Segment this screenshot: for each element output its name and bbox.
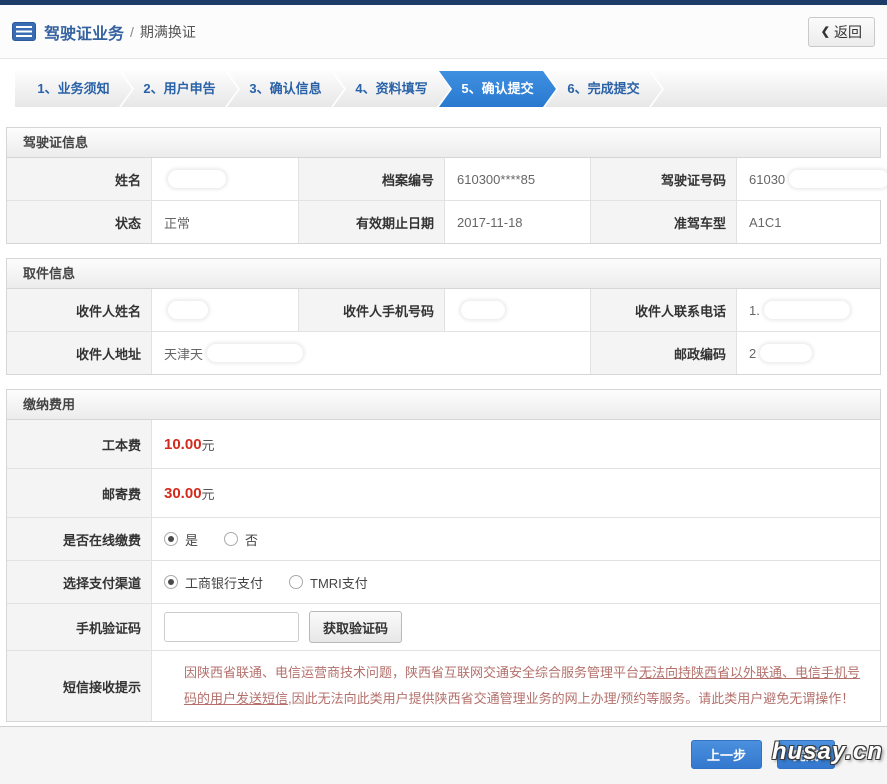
table-row: 收件人姓名 收件人手机号码 收件人联系电话 1.	[7, 289, 880, 331]
redaction-smudge	[763, 301, 850, 319]
fee-amount: 10.00	[164, 435, 202, 453]
online-payment-options: 是 否	[152, 518, 880, 560]
page-header: 驾驶证业务 / 期满换证 ❮ 返回	[0, 5, 887, 59]
watermark: husay.cn	[771, 738, 883, 765]
payment-channel-options: 工商银行支付 TMRI支付	[152, 561, 880, 603]
step-2-user-declaration[interactable]: 2、用户申告	[121, 71, 238, 107]
label-online-payment: 是否在线缴费	[7, 518, 152, 560]
fee-value-postage: 30.00 元	[152, 469, 880, 517]
field-label-zip-code: 邮政编码	[591, 332, 737, 374]
field-label-license-number: 驾驶证号码	[591, 158, 737, 200]
field-value-zip-code: 2	[737, 332, 880, 374]
radio-option-no[interactable]: 否	[224, 530, 258, 549]
radio-unselected-icon[interactable]	[289, 575, 304, 589]
field-label-status: 状态	[7, 201, 152, 243]
footer-action-bar: 上一步 完成	[0, 726, 887, 784]
field-value-recipient-phone: 1.	[737, 289, 880, 331]
section-license-info: 驾驶证信息 姓名 档案编号 610300****85 驾驶证号码 61030 状…	[6, 127, 887, 244]
section-fees: 缴纳费用 工本费 10.00 元 邮寄费 30.00 元 是否在线缴费 是 否 选择…	[6, 389, 881, 722]
fee-label-production-cost: 工本费	[7, 420, 152, 468]
step-3-confirm-info[interactable]: 3、确认信息	[227, 71, 344, 107]
field-value-recipient-address: 天津天	[152, 332, 591, 374]
sms-notice-text: 因陕西省联通、电信运营商技术问题，陕西省互联网交通安全综合服务管理平台无法向持陕…	[184, 665, 861, 706]
radio-unselected-icon[interactable]	[224, 532, 239, 546]
field-value-file-number: 610300****85	[445, 158, 591, 200]
breadcrumb-separator: /	[130, 23, 134, 40]
step-4-fill-data[interactable]: 4、资料填写	[333, 71, 450, 107]
previous-step-button[interactable]: 上一步	[690, 740, 762, 769]
label-sms-captcha: 手机验证码	[7, 604, 152, 650]
fee-unit: 元	[201, 486, 215, 502]
radio-label: 工商银行支付	[185, 575, 264, 591]
field-label-recipient-mobile: 收件人手机号码	[299, 289, 445, 331]
field-label-expiry-date: 有效期止日期	[299, 201, 445, 243]
row-sms-notice: 短信接收提示 因陕西省联通、电信运营商技术问题，陕西省互联网交通安全综合服务管理…	[7, 650, 880, 721]
fee-row-production-cost: 工本费 10.00 元	[7, 420, 880, 468]
field-label-vehicle-class: 准驾车型	[591, 201, 737, 243]
field-value-license-number: 61030	[737, 158, 887, 200]
radio-option-yes[interactable]: 是	[164, 530, 198, 549]
app-title: 驾驶证业务	[44, 25, 125, 43]
field-value-expiry-date: 2017-11-18	[445, 201, 591, 243]
redaction-smudge	[789, 170, 887, 188]
sms-captcha-controls: 获取验证码	[152, 604, 880, 650]
fee-unit: 元	[201, 437, 215, 453]
redaction-smudge	[207, 344, 304, 362]
step-wizard: 1、业务须知 2、用户申告 3、确认信息 4、资料填写 5、确认提交 6、完成提…	[0, 71, 887, 107]
field-value-name	[152, 158, 299, 200]
field-label-name: 姓名	[7, 158, 152, 200]
field-label-recipient-name: 收件人姓名	[7, 289, 152, 331]
section-title-license: 驾驶证信息	[7, 128, 880, 158]
field-value-status: 正常	[152, 201, 299, 243]
page-title: 期满换证	[139, 23, 196, 40]
get-captcha-button[interactable]: 获取验证码	[309, 611, 403, 643]
captcha-input[interactable]	[164, 612, 299, 642]
redaction-smudge	[760, 344, 813, 362]
table-row: 收件人地址 天津天 邮政编码 2	[7, 331, 880, 374]
radio-label: 是	[185, 532, 199, 548]
back-button-label: 返回	[834, 23, 862, 40]
step-6-complete-submit[interactable]: 6、完成提交	[545, 71, 662, 107]
radio-label: 否	[245, 532, 259, 548]
step-5-confirm-submit-active[interactable]: 5、确认提交	[439, 71, 556, 107]
redaction-smudge	[461, 301, 505, 319]
redaction-smudge	[168, 301, 208, 319]
field-value-recipient-mobile	[445, 289, 591, 331]
field-label-file-number: 档案编号	[299, 158, 445, 200]
fee-label-postage: 邮寄费	[7, 469, 152, 517]
label-payment-channel: 选择支付渠道	[7, 561, 152, 603]
row-payment-channel: 选择支付渠道 工商银行支付 TMRI支付	[7, 560, 880, 603]
step-1-business-notice[interactable]: 1、业务须知	[15, 71, 132, 107]
chevron-left-icon: ❮	[820, 26, 830, 38]
section-title-fees: 缴纳费用	[7, 390, 880, 420]
table-row: 姓名 档案编号 610300****85 驾驶证号码 61030	[7, 158, 887, 200]
field-label-recipient-phone: 收件人联系电话	[591, 289, 737, 331]
radio-selected-icon[interactable]	[164, 575, 178, 589]
field-value-vehicle-class: A1C1	[737, 201, 880, 243]
step-strip-filler	[651, 71, 887, 107]
radio-option-icbc-pay[interactable]: 工商银行支付	[164, 573, 263, 592]
back-button[interactable]: ❮ 返回	[807, 16, 875, 47]
section-title-pickup: 取件信息	[7, 259, 880, 289]
row-sms-captcha: 手机验证码 获取验证码	[7, 603, 880, 650]
field-value-recipient-name	[152, 289, 299, 331]
fee-amount: 30.00	[164, 484, 202, 502]
field-label-recipient-address: 收件人地址	[7, 332, 152, 374]
list-document-icon	[12, 22, 36, 41]
section-pickup-info: 取件信息 收件人姓名 收件人手机号码 收件人联系电话 1. 收件人地址 天津天 …	[6, 258, 881, 375]
label-sms-notice: 短信接收提示	[7, 651, 152, 721]
fee-row-postage: 邮寄费 30.00 元	[7, 468, 880, 517]
row-online-payment: 是否在线缴费 是 否	[7, 517, 880, 560]
radio-option-tmri-pay[interactable]: TMRI支付	[289, 573, 368, 592]
radio-label: TMRI支付	[310, 575, 368, 591]
table-row: 状态 正常 有效期止日期 2017-11-18 准驾车型 A1C1	[7, 200, 880, 243]
sms-notice-text-cell: 因陕西省联通、电信运营商技术问题，陕西省互联网交通安全综合服务管理平台无法向持陕…	[152, 651, 880, 721]
fee-value-production-cost: 10.00 元	[152, 420, 880, 468]
redaction-smudge	[168, 170, 226, 188]
radio-selected-icon[interactable]	[164, 532, 178, 546]
